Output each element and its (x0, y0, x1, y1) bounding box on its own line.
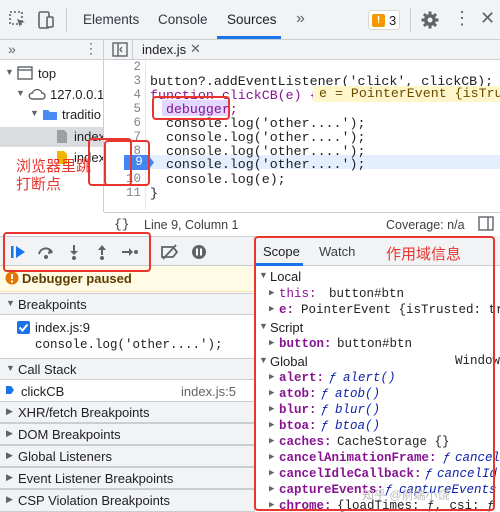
annotation-text-scope: 作用域信息 (386, 246, 462, 263)
warning-count: 3 (389, 13, 397, 28)
call-frame-row[interactable]: clickCB index.js:5 (0, 381, 254, 401)
code-line: console.log('other....'); (150, 130, 366, 145)
section-dom-breakpoints[interactable]: ▶ DOM Breakpoints (0, 423, 254, 445)
toggle-debugger-sidebar-icon[interactable] (478, 216, 494, 234)
expand-arrow-icon: ▼ (30, 108, 39, 118)
more-navigator-tabs-icon[interactable]: » (8, 41, 16, 57)
deactivate-breakpoints-icon[interactable] (160, 244, 179, 260)
collapse-arrow-icon: ▼ (6, 298, 15, 308)
toolbar-divider (66, 8, 67, 32)
line-gutter[interactable]: 2 3 4 5 6 7 8 10 11 (104, 60, 146, 210)
section-breakpoints[interactable]: ▼ Breakpoints (0, 293, 254, 315)
devtools-toolbar: Elements Console Sources » ! 3 ⋮ ✕ (0, 0, 500, 40)
section-xhr-breakpoints[interactable]: ▶ XHR/fetch Breakpoints (0, 401, 254, 423)
folder-icon (42, 108, 58, 124)
breakpoint-location[interactable]: index.js:9 (35, 320, 90, 335)
section-label: DOM Breakpoints (18, 427, 121, 442)
tree-item-label: 127.0.0.1 (50, 87, 104, 102)
line-number[interactable]: 5 (133, 102, 141, 116)
code-line: } (150, 186, 158, 201)
close-devtools-icon[interactable]: ✕ (480, 8, 495, 29)
expand-arrow-icon: ▶ (6, 428, 13, 438)
expand-arrow-icon: ▶ (6, 450, 13, 460)
section-event-listener-breakpoints[interactable]: ▶ Event Listener Breakpoints (0, 467, 254, 489)
section-global-listeners[interactable]: ▶ Global Listeners (0, 445, 254, 467)
line-number[interactable]: 4 (133, 88, 141, 102)
toggle-navigator-icon[interactable] (112, 42, 128, 60)
call-frame-location: index.js:5 (181, 384, 236, 399)
warning-icon (5, 271, 19, 288)
line-number[interactable]: 2 (133, 60, 141, 74)
tab-divider (132, 40, 133, 60)
customize-menu-icon[interactable]: ⋮ (453, 8, 471, 29)
pause-on-exceptions-icon[interactable] (190, 244, 208, 260)
section-csp-violation-breakpoints[interactable]: ▶ CSP Violation Breakpoints (0, 489, 254, 512)
annotation-box-line-number (104, 140, 150, 186)
more-tabs-icon[interactable]: » (296, 10, 305, 28)
annotation-box-controls (3, 232, 151, 272)
cloud-icon (28, 87, 46, 104)
warning-icon: ! (372, 14, 385, 27)
pretty-print-button[interactable]: {} (114, 217, 130, 232)
line-number[interactable]: 3 (133, 74, 141, 88)
frame-icon (17, 66, 33, 83)
call-frame-function: clickCB (21, 384, 65, 399)
warnings-badge[interactable]: ! 3 (368, 10, 400, 30)
section-label: Event Listener Breakpoints (18, 471, 174, 486)
editor-tab-bar: index.js ✕ (104, 40, 500, 60)
tree-item-top[interactable]: ▼ top (0, 66, 103, 86)
file-tab-index-js[interactable]: index.js (142, 42, 186, 57)
expand-arrow-icon: ▶ (6, 494, 13, 504)
code-line-paused: console.log('other....'); (150, 157, 366, 172)
tab-console[interactable]: Console (158, 12, 208, 27)
annotation-text-breakpoint: 打断点 (16, 176, 62, 193)
annotation-box-scope (254, 236, 495, 511)
tree-item-folder[interactable]: ▼ traditio (0, 107, 103, 127)
tree-item-label: traditio (62, 107, 102, 122)
tab-sources[interactable]: Sources (227, 12, 277, 27)
section-label: CSP Violation Breakpoints (18, 493, 171, 508)
editor-status-bar: {} Line 9, Column 1 Coverage: n/a (104, 212, 500, 236)
section-label: Breakpoints (18, 297, 87, 312)
paused-text: Debugger paused (22, 271, 132, 286)
annotation-text-breakpoint: 浏览器里跳 (16, 158, 92, 175)
section-label: XHR/fetch Breakpoints (18, 405, 150, 420)
breakpoint-list: index.js:9 console.log('other....'); (0, 316, 254, 358)
section-call-stack[interactable]: ▼ Call Stack (0, 358, 254, 380)
code-line: console.log(e); (150, 172, 286, 187)
inspect-element-icon[interactable] (8, 10, 28, 33)
tab-elements[interactable]: Elements (83, 12, 139, 27)
tree-item-origin[interactable]: ▼ 127.0.0.1 (0, 87, 104, 107)
close-tab-icon[interactable]: ✕ (190, 41, 201, 57)
section-label: Global Listeners (18, 449, 112, 464)
collapse-arrow-icon: ▼ (6, 363, 15, 373)
section-label: Call Stack (18, 362, 77, 377)
file-icon (56, 129, 68, 147)
cursor-position: Line 9, Column 1 (144, 218, 239, 232)
settings-gear-icon[interactable] (420, 10, 440, 33)
line-number[interactable]: 11 (126, 186, 141, 200)
toolbar-divider (410, 8, 411, 32)
breakpoint-checkbox[interactable] (17, 321, 30, 334)
breakpoint-code: console.log('other....'); (35, 338, 223, 352)
active-tab-indicator (217, 36, 281, 39)
watermark: 知乎 @前端小饶 (362, 488, 450, 502)
tree-item-label: top (38, 66, 57, 81)
expand-arrow-icon: ▶ (6, 406, 13, 416)
coverage-status: Coverage: n/a (386, 218, 465, 232)
navigator-header: » ⋮ (0, 40, 104, 60)
annotation-box-debugger (152, 96, 230, 120)
expand-arrow-icon: ▼ (5, 67, 14, 77)
device-toolbar-icon[interactable] (36, 10, 56, 33)
navigator-menu-icon[interactable]: ⋮ (84, 40, 98, 57)
expand-arrow-icon: ▶ (6, 472, 13, 482)
current-frame-arrow-icon (5, 384, 15, 399)
expand-arrow-icon: ▼ (16, 88, 25, 98)
inline-variable-value: e = PointerEvent {isTrust (313, 86, 500, 102)
code-editor[interactable]: 2 3 4 5 6 7 8 10 11 9 button?.addEventLi… (104, 60, 500, 210)
line-number[interactable]: 6 (133, 116, 141, 130)
